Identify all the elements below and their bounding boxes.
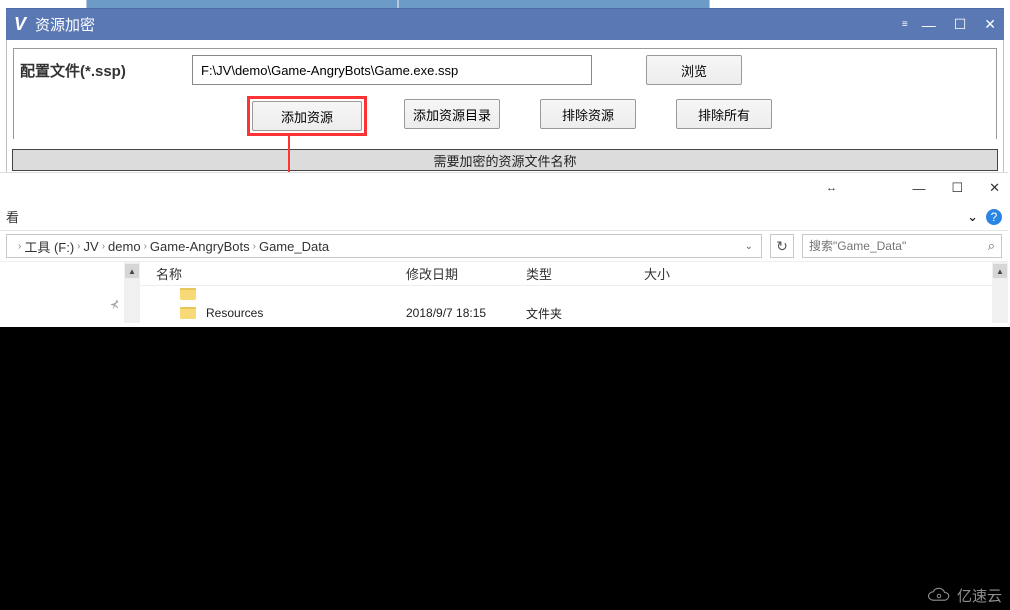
section-header: 需要加密的资源文件名称: [12, 149, 998, 171]
list-item[interactable]: Resources 2018/9/7 18:15 文件夹: [140, 302, 1008, 324]
browse-button[interactable]: 浏览: [646, 55, 742, 85]
explorer-nav-pane[interactable]: ⊀ ▲: [0, 262, 140, 323]
config-file-label: 配置文件(*.ssp): [20, 60, 178, 81]
scroll-up-icon[interactable]: ▲: [993, 264, 1007, 278]
close-button[interactable]: ✕: [984, 16, 996, 33]
col-size[interactable]: 大小: [644, 264, 724, 283]
menu-icon[interactable]: ≡: [902, 19, 904, 30]
crumb[interactable]: Game-AngryBots: [150, 239, 250, 254]
file-name: Resources: [206, 306, 263, 320]
crumb[interactable]: JV: [84, 239, 99, 254]
resize-handle-icon[interactable]: ↔: [826, 182, 835, 194]
file-date: 2018/9/7 18:15: [406, 306, 526, 320]
exclude-resource-button[interactable]: 排除资源: [540, 99, 636, 129]
folder-icon: [180, 307, 196, 319]
folder-icon: [180, 288, 196, 300]
col-name[interactable]: 名称: [140, 264, 406, 283]
explorer-file-list[interactable]: 名称 修改日期 类型 大小 Resources 2018/9/7 18:15 文…: [140, 262, 1008, 323]
chevron-down-icon[interactable]: ⌄: [745, 241, 753, 252]
config-file-input[interactable]: [192, 55, 592, 85]
obscured-region: [0, 327, 1010, 610]
pin-icon[interactable]: ⊀: [110, 298, 119, 311]
list-header[interactable]: 名称 修改日期 类型 大小: [140, 262, 1008, 286]
col-type[interactable]: 类型: [526, 264, 644, 283]
nav-scrollbar[interactable]: ▲: [124, 262, 140, 323]
explorer-minimize-button[interactable]: —: [912, 181, 925, 196]
crumb[interactable]: 工具 (F:): [24, 237, 74, 256]
chevron-right-icon: ›: [253, 241, 256, 252]
exclude-all-button[interactable]: 排除所有: [676, 99, 772, 129]
breadcrumb[interactable]: › 工具 (F:) › JV › demo › Game-AngryBots ›…: [6, 234, 762, 258]
app-logo: V: [14, 14, 25, 35]
explorer-maximize-button[interactable]: ☐: [951, 180, 963, 196]
list-scrollbar[interactable]: ▲: [992, 262, 1008, 323]
search-box[interactable]: ⌕: [802, 234, 1002, 258]
maximize-button[interactable]: ☐: [954, 16, 967, 33]
refresh-button[interactable]: ↻: [770, 234, 794, 258]
search-input[interactable]: [809, 239, 988, 253]
list-item[interactable]: [140, 286, 1008, 302]
background-tab-bar: [86, 0, 710, 8]
ribbon-chevron-icon[interactable]: ⌄: [967, 209, 978, 225]
minimize-button[interactable]: —: [922, 17, 936, 33]
crumb[interactable]: Game_Data: [259, 239, 329, 254]
col-date[interactable]: 修改日期: [406, 264, 526, 283]
search-icon[interactable]: ⌕: [988, 238, 995, 254]
chevron-right-icon: ›: [77, 241, 80, 252]
add-resource-highlight: 添加资源: [250, 99, 364, 133]
crumb[interactable]: demo: [108, 239, 141, 254]
explorer-close-button[interactable]: ✕: [989, 180, 1000, 196]
chevron-right-icon: ›: [144, 241, 147, 252]
add-resource-dir-button[interactable]: 添加资源目录: [404, 99, 500, 129]
watermark-text: 亿速云: [957, 585, 1002, 606]
file-type: 文件夹: [526, 305, 644, 322]
add-resource-button[interactable]: 添加资源: [252, 101, 362, 131]
chevron-right-icon: ›: [18, 241, 21, 252]
watermark: 亿速云: [925, 585, 1002, 606]
file-explorer-window: ↔ — ☐ ✕ 看 ⌄ ? › 工具 (F:) › JV › demo › Ga…: [0, 172, 1008, 323]
app-title: 资源加密: [35, 14, 95, 35]
app-titlebar: V 资源加密 ≡ — ☐ ✕: [6, 8, 1004, 40]
cloud-icon: [925, 587, 953, 605]
chevron-right-icon: ›: [102, 241, 105, 252]
scroll-up-icon[interactable]: ▲: [125, 264, 139, 278]
explorer-menu-item[interactable]: 看: [6, 207, 19, 226]
help-icon[interactable]: ?: [986, 209, 1002, 225]
